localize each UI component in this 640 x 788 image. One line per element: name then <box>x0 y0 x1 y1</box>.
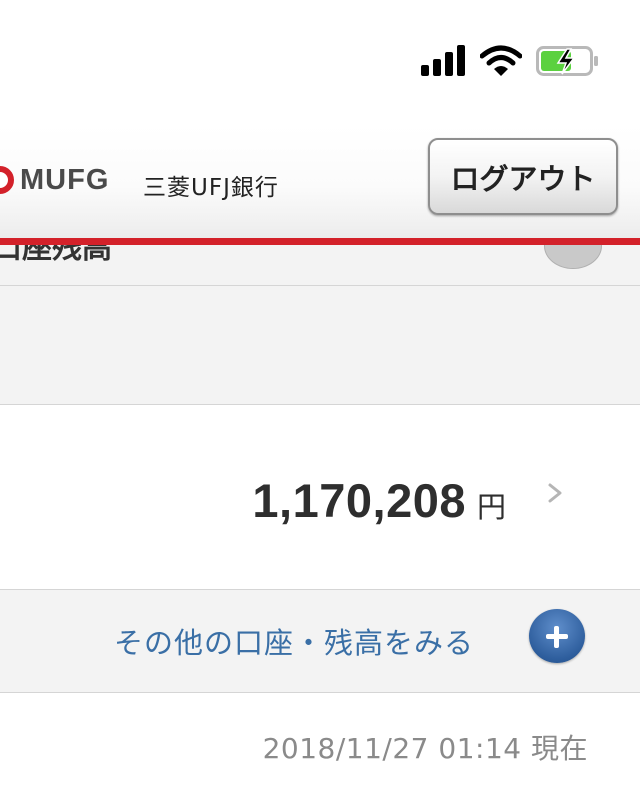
mufg-logo-text: MUFG <box>20 164 110 196</box>
logout-button[interactable]: ログアウト <box>428 138 618 215</box>
balance-currency: 円 <box>477 490 507 524</box>
status-bar <box>0 0 640 125</box>
wifi-icon <box>480 45 522 76</box>
battery-charging-icon <box>536 46 598 76</box>
cellular-signal-icon <box>421 45 467 76</box>
bank-name: 三菱UFJ銀行 <box>143 175 279 201</box>
header-accent-line <box>0 238 640 245</box>
balance-amount: 1,170,208 <box>252 474 466 527</box>
more-accounts-link[interactable]: その他の口座・残高をみる <box>114 620 474 662</box>
plus-circle-icon[interactable] <box>529 609 585 663</box>
chevron-right-icon <box>548 483 562 503</box>
section-toggle-button[interactable] <box>544 245 602 269</box>
balance-timestamp: 2018/11/27 01:14 現在 <box>262 732 588 765</box>
section-header: 口座残高 <box>0 245 640 286</box>
section-spacer <box>0 286 640 405</box>
section-title: 口座残高 <box>0 245 112 266</box>
